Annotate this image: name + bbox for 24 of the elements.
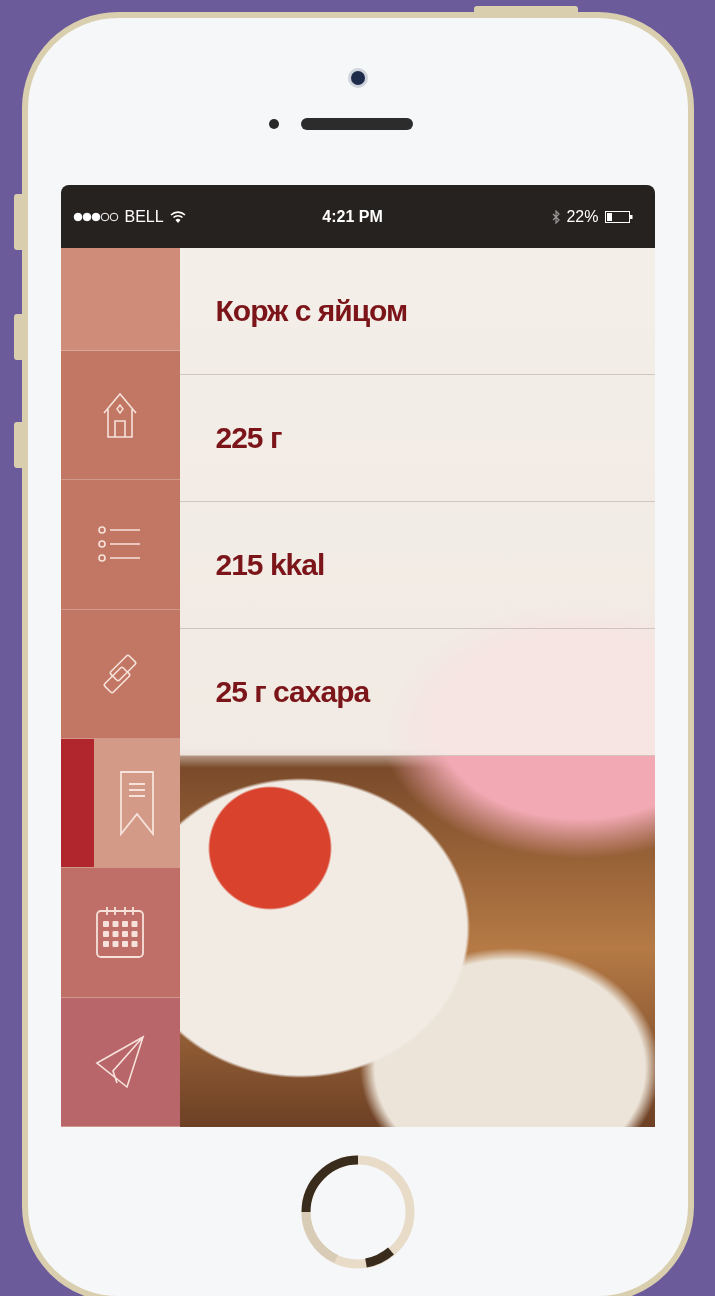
detail-text: Корж с яйцом (215, 294, 408, 328)
bookmark-menu-item[interactable] (93, 739, 180, 868)
camera-icon (347, 68, 368, 88)
calendar-menu-item[interactable] (60, 868, 180, 997)
house-icon (101, 391, 139, 440)
carrier-name: BELL (124, 207, 164, 226)
send-menu-item[interactable] (60, 997, 180, 1126)
calendar-icon (95, 905, 145, 960)
detail-text: 215 kkal (215, 548, 325, 582)
link-menu-item[interactable] (60, 609, 180, 738)
bluetooth-icon (552, 209, 561, 224)
list-icon (98, 524, 142, 565)
battery-icon (604, 210, 633, 223)
list-menu-item[interactable] (60, 480, 180, 609)
signal-icon (72, 211, 119, 222)
wifi-icon (169, 210, 186, 223)
battery-percent: 22% (566, 207, 599, 226)
detail-text: 225 г (215, 421, 282, 455)
status-time: 4:21 PM (322, 207, 383, 226)
detail-text: 25 г сахара (215, 675, 370, 709)
speaker-icon (300, 118, 413, 130)
paper-plane-icon (95, 1034, 145, 1089)
sensor-icon (268, 119, 279, 129)
home-menu-item[interactable] (60, 351, 180, 480)
